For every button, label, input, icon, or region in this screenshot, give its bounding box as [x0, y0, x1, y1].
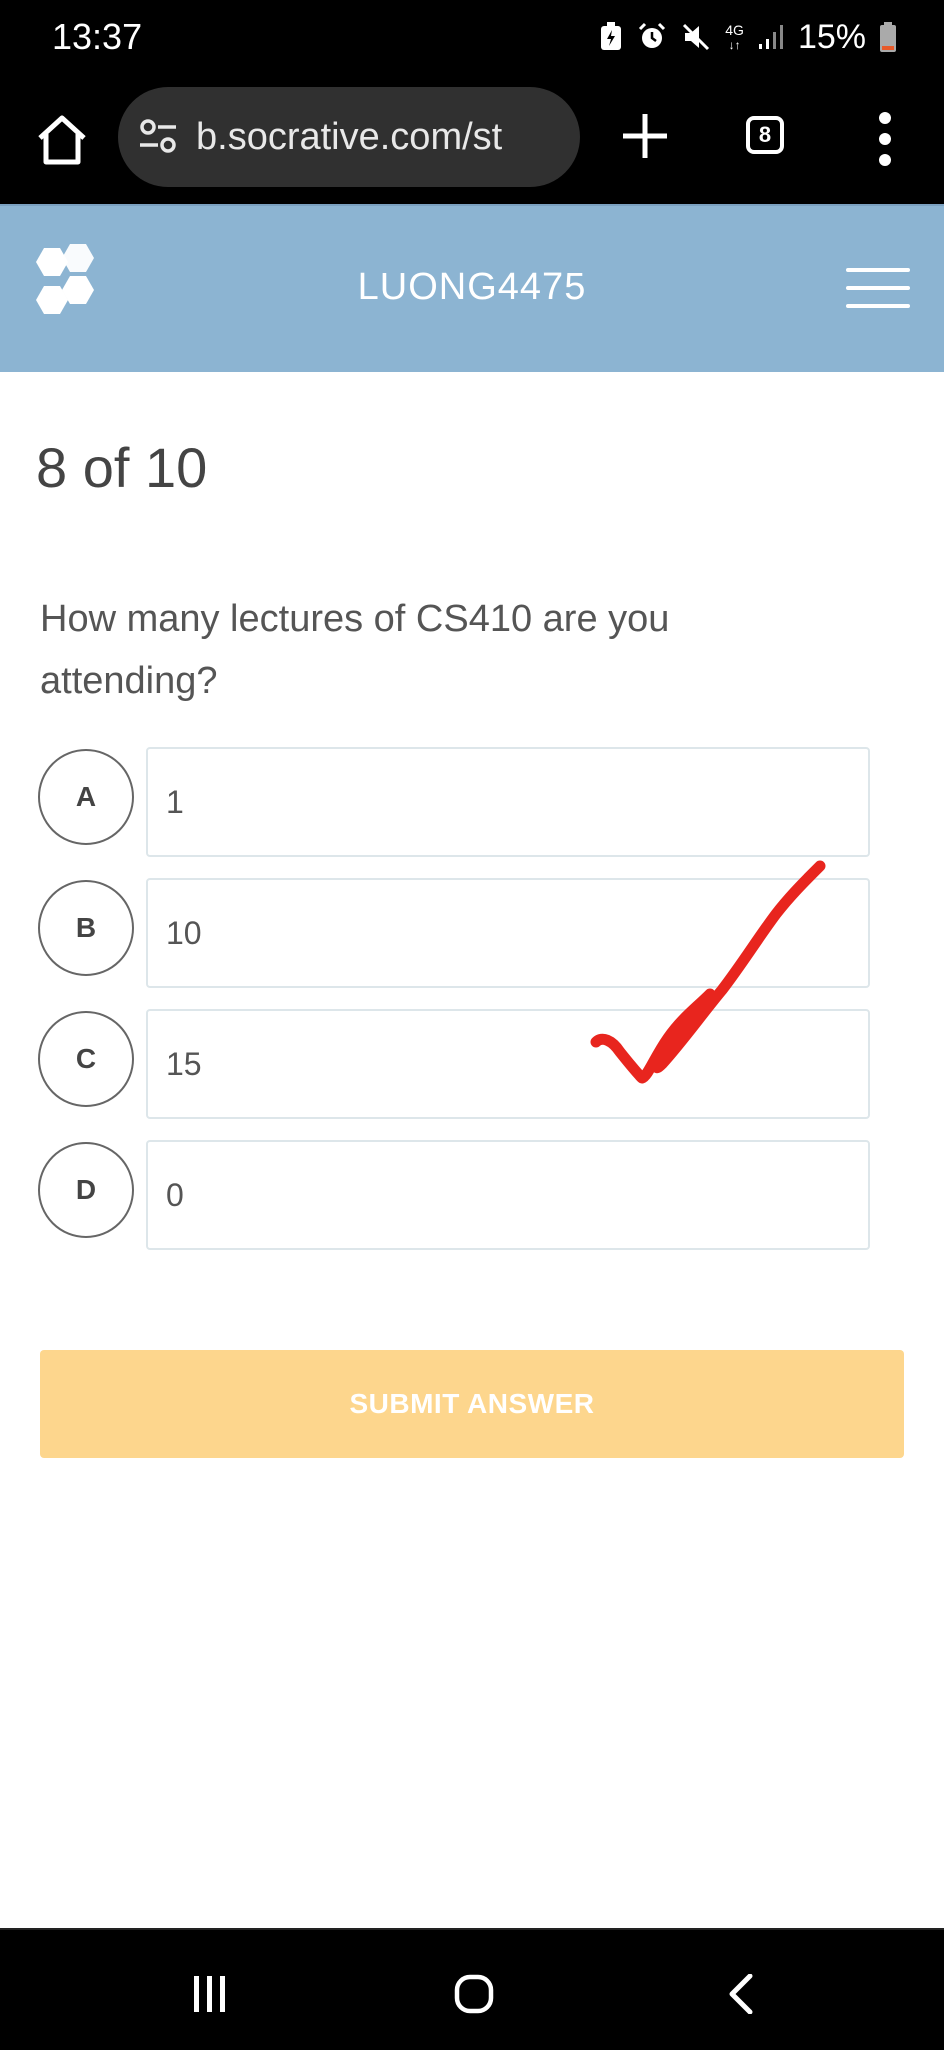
room-name: LUONG4475	[357, 266, 587, 308]
app-header: LUONG4475	[0, 204, 944, 372]
site-settings-icon[interactable]	[138, 117, 178, 157]
status-icons: 4G ↓↑ 15%	[599, 14, 896, 60]
address-bar[interactable]: b.socrative.com/st	[118, 87, 580, 187]
status-time: 13:37	[52, 16, 143, 57]
alarm-icon	[639, 22, 666, 48]
option-letter[interactable]: A	[38, 749, 134, 845]
answer-option-d[interactable]: D 0	[38, 1140, 872, 1254]
more-vert-icon[interactable]	[870, 110, 900, 168]
red-check-mark	[590, 860, 826, 1084]
option-text[interactable]: 1	[146, 747, 870, 857]
status-bar: 13:37 4G ↓↑ 15%	[0, 0, 944, 76]
option-text[interactable]: 0	[146, 1140, 870, 1250]
back-icon[interactable]	[722, 1974, 762, 2014]
battery-percent: 15%	[797, 18, 866, 56]
tabs-icon[interactable]: 8	[746, 116, 784, 154]
option-letter[interactable]: B	[38, 880, 134, 976]
mute-icon	[683, 23, 710, 51]
recent-apps-icon[interactable]	[190, 1974, 230, 2014]
url-text: b.socrative.com/st	[196, 116, 503, 158]
network-4g-icon: 4G ↓↑	[725, 21, 744, 52]
question-text: How many lectures of CS410 are you atten…	[40, 598, 670, 702]
option-letter[interactable]: C	[38, 1011, 134, 1107]
battery-icon	[880, 22, 896, 52]
hamburger-menu-icon[interactable]	[846, 268, 910, 312]
option-letter[interactable]: D	[38, 1142, 134, 1238]
signal-icon	[758, 25, 783, 49]
network-type: 4G	[725, 21, 744, 38]
question-progress: 8 of 10	[36, 436, 208, 499]
system-nav-bar	[0, 1928, 944, 2050]
submit-answer-button[interactable]: SUBMIT ANSWER	[40, 1350, 904, 1458]
browser-toolbar: b.socrative.com/st 8	[0, 76, 944, 204]
home-icon[interactable]	[32, 110, 92, 170]
home-nav-icon[interactable]	[454, 1974, 494, 2014]
battery-saver-icon	[601, 22, 622, 50]
tab-count: 8	[758, 122, 772, 147]
answer-option-a[interactable]: A 1	[38, 747, 872, 861]
plus-icon[interactable]	[617, 108, 673, 164]
